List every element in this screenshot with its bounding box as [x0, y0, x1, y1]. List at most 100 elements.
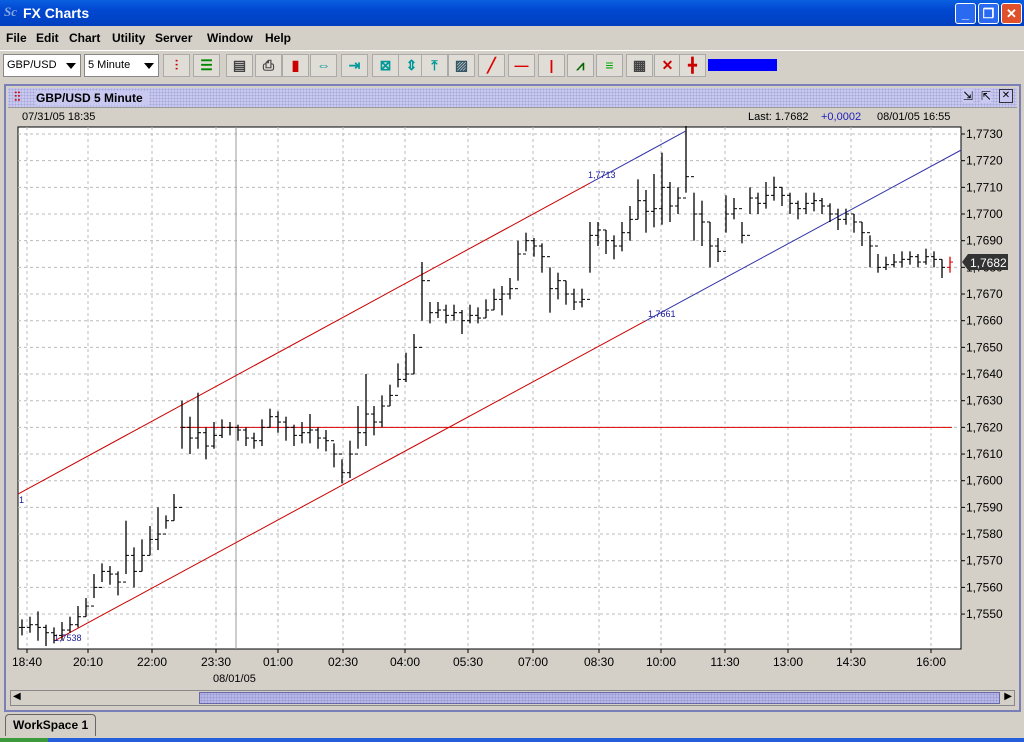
- menu-chart[interactable]: Chart: [69, 31, 100, 45]
- price-chart[interactable]: 1,77301,77201,77101,77001,76901,76801,76…: [6, 86, 1019, 686]
- horizontal-line-icon: —: [514, 57, 529, 73]
- restore-button[interactable]: ❐: [978, 3, 999, 24]
- x-tick-label: 22:00: [137, 655, 167, 669]
- close-button[interactable]: ✕: [1001, 3, 1022, 24]
- menu-bar: File Edit Chart Utility Server Window He…: [0, 27, 1024, 49]
- scrollbar-thumb[interactable]: [199, 692, 1000, 704]
- trendline-icon: ╱: [487, 57, 496, 73]
- y-tick-label: 1,7640: [966, 367, 1003, 381]
- taskbar: [0, 738, 1024, 742]
- toolbar: GBP/USD 5 Minute ⫶ ☰ ▤ ⎙ ▮ ⇔ ⇥ ⊠ ⇕ ⤒ ▨ ╱ — | ⩘ ≡ ▦ ✕ ╋: [0, 50, 1024, 78]
- delete-button[interactable]: ✕: [654, 54, 681, 77]
- last-price-value: 1,7682: [970, 256, 1007, 270]
- color-swatch[interactable]: [708, 59, 777, 71]
- menu-edit[interactable]: Edit: [36, 31, 59, 45]
- menu-file[interactable]: File: [6, 31, 27, 45]
- menu-server[interactable]: Server: [155, 31, 192, 45]
- x-tick-label: 05:30: [453, 655, 483, 669]
- menu-utility[interactable]: Utility: [112, 31, 145, 45]
- candle-button[interactable]: ▮: [282, 54, 309, 77]
- chevron-down-icon: [144, 63, 154, 69]
- server-button[interactable]: ▤: [226, 54, 253, 77]
- compress-vertical-button[interactable]: ⤒: [421, 54, 448, 77]
- print-icon: ⎙: [262, 57, 275, 73]
- trendline-label: 1,7713: [588, 170, 616, 180]
- scroll-right-icon[interactable]: ▶: [1004, 691, 1012, 702]
- expand-horizontal-icon: ⇔: [316, 57, 331, 73]
- y-tick-label: 1,7580: [966, 527, 1003, 541]
- scroll-left-icon[interactable]: ◀: [13, 691, 21, 702]
- trendline-label: 1,7661: [648, 309, 676, 319]
- y-tick-label: 1,7590: [966, 500, 1003, 514]
- fibonacci-button[interactable]: ≡: [596, 54, 623, 77]
- x-tick-label: 08:30: [584, 655, 614, 669]
- bar-chart-icon: ⫶: [174, 57, 179, 73]
- y-tick-label: 1,7670: [966, 287, 1003, 301]
- grid-icon: ▦: [632, 57, 647, 73]
- trendline-button[interactable]: ╱: [478, 54, 505, 77]
- crosshair-icon: ╋: [688, 57, 697, 73]
- fit-icon: ⊠: [379, 57, 392, 73]
- y-tick-label: 1,7690: [966, 234, 1003, 248]
- compress-horizontal-button[interactable]: ⇥: [341, 54, 368, 77]
- x-tick-label: 14:30: [836, 655, 866, 669]
- list-button[interactable]: ☰: [193, 54, 220, 77]
- compress-horizontal-icon: ⇥: [348, 57, 361, 73]
- y-tick-label: 1,7610: [966, 447, 1003, 461]
- annotation-label: 1,7538: [54, 633, 82, 643]
- x-tick-label: 20:10: [73, 655, 103, 669]
- y-tick-label: 1,7630: [966, 394, 1003, 408]
- x-tick-label: 07:00: [518, 655, 548, 669]
- fit-button[interactable]: ⊠: [372, 54, 399, 77]
- chart-window: ⫶⫶ GBP/USD 5 Minute ⇲ ⇱ ✕ 07/31/05 18:35…: [4, 84, 1021, 712]
- app-logo: Sc: [4, 4, 17, 19]
- symbol-select[interactable]: GBP/USD: [3, 54, 81, 77]
- expand-vertical-icon: ⇕: [405, 57, 418, 73]
- list-icon: ☰: [200, 57, 213, 73]
- y-tick-label: 1,7720: [966, 154, 1003, 168]
- x-tick-label: 10:00: [646, 655, 676, 669]
- print-button[interactable]: ⎙: [255, 54, 282, 77]
- y-tick-label: 1,7550: [966, 607, 1003, 621]
- x-tick-label: 23:30: [201, 655, 231, 669]
- menu-window[interactable]: Window: [207, 31, 253, 45]
- start-button[interactable]: [0, 738, 48, 742]
- tab-workspace-1[interactable]: WorkSpace 1: [5, 714, 97, 736]
- bar-chart-button[interactable]: ⫶: [163, 54, 190, 77]
- y-tick-label: 1,7730: [966, 127, 1003, 141]
- indicator-button[interactable]: ⩘: [567, 54, 594, 77]
- vertical-line-button[interactable]: |: [538, 54, 565, 77]
- minimize-button[interactable]: _: [955, 3, 976, 24]
- y-tick-label: 1,7600: [966, 474, 1003, 488]
- x-tick-label: 04:00: [390, 655, 420, 669]
- delete-icon: ✕: [661, 57, 674, 73]
- zoom-select-button[interactable]: ▨: [448, 54, 475, 77]
- server-icon: ▤: [232, 57, 247, 73]
- date-label: 08/01/05: [213, 673, 256, 685]
- fibonacci-icon: ≡: [605, 57, 614, 73]
- x-tick-label: 01:00: [263, 655, 293, 669]
- grid-button[interactable]: ▦: [626, 54, 653, 77]
- zoom-select-icon: ▨: [454, 57, 469, 73]
- symbol-value: GBP/USD: [7, 59, 57, 71]
- y-tick-label: 1,7700: [966, 207, 1003, 221]
- interval-value: 5 Minute: [88, 59, 131, 71]
- y-tick-label: 1,7650: [966, 340, 1003, 354]
- interval-select[interactable]: 5 Minute: [84, 54, 159, 77]
- window-title: FX Charts: [23, 5, 90, 21]
- x-tick-label: 18:40: [12, 655, 42, 669]
- y-tick-label: 1,7560: [966, 580, 1003, 594]
- y-tick-label: 1,7620: [966, 420, 1003, 434]
- menu-help[interactable]: Help: [265, 31, 291, 45]
- expand-horizontal-button[interactable]: ⇔: [310, 54, 337, 77]
- annotation-label: 1: [19, 495, 24, 505]
- compress-vertical-icon: ⤒: [431, 57, 438, 73]
- chevron-down-icon: [66, 63, 76, 69]
- plot-area: [17, 126, 962, 650]
- horizontal-line-button[interactable]: —: [508, 54, 535, 77]
- x-tick-label: 11:30: [710, 655, 739, 669]
- horizontal-scrollbar[interactable]: ◀ ▶: [10, 690, 1015, 706]
- vertical-line-icon: |: [549, 57, 554, 73]
- crosshair-button[interactable]: ╋: [679, 54, 706, 77]
- x-tick-label: 13:00: [773, 655, 803, 669]
